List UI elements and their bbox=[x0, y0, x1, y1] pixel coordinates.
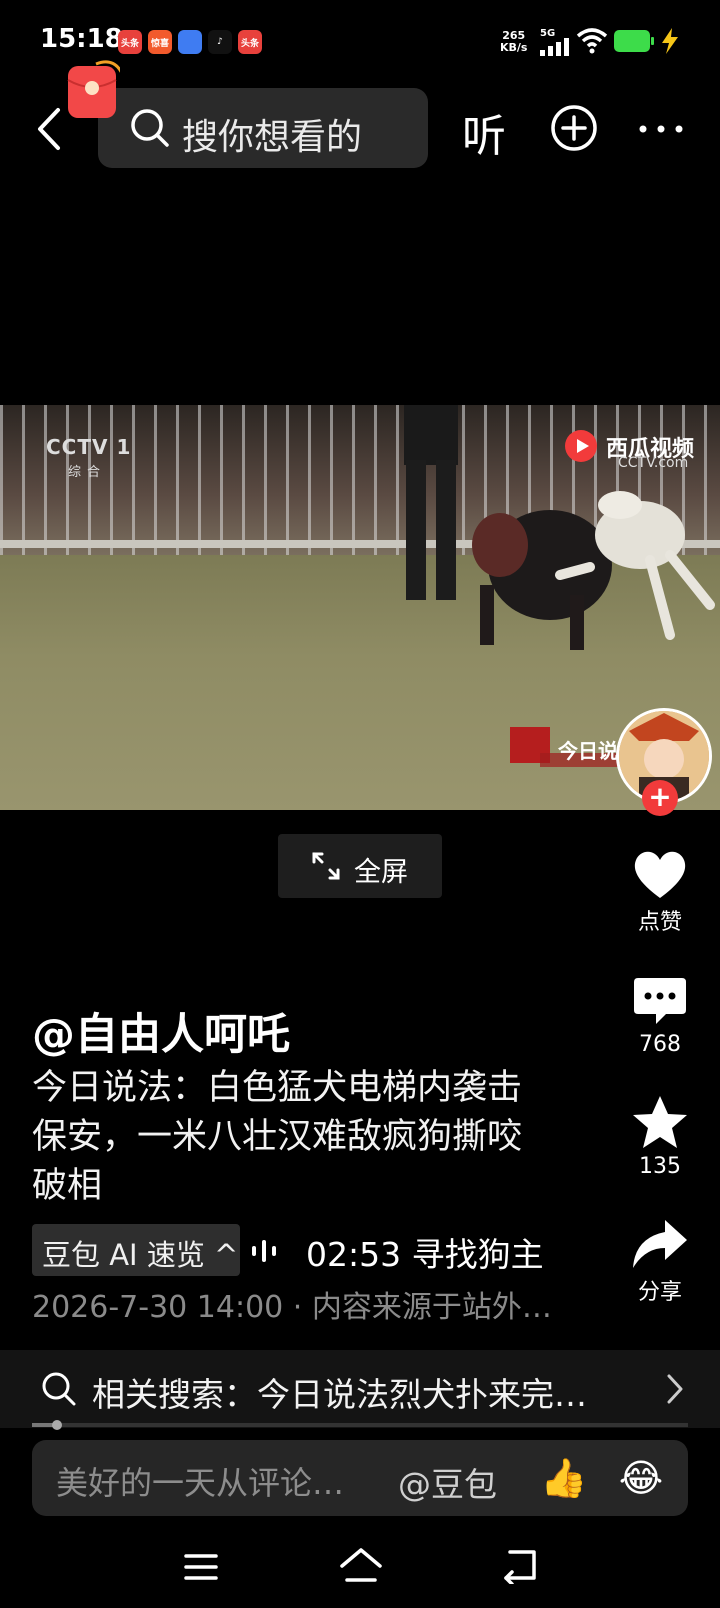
toutiao-icon: 头条 bbox=[118, 30, 142, 54]
search-icon bbox=[42, 1372, 76, 1406]
favorite-button[interactable]: 135 bbox=[620, 1094, 700, 1179]
laugh-emoji-button[interactable]: 😂 bbox=[616, 1454, 666, 1504]
add-button[interactable] bbox=[550, 104, 598, 152]
share-arrow-icon bbox=[633, 1220, 687, 1268]
signal-icon bbox=[540, 38, 569, 56]
heart-icon bbox=[634, 851, 686, 898]
search-icon bbox=[131, 109, 169, 147]
watermark-sub: CCTV.com bbox=[618, 455, 689, 471]
more-options-icon[interactable] bbox=[638, 116, 684, 142]
chapter-marker[interactable]: 02:53 寻找狗主 bbox=[306, 1228, 556, 1272]
fullscreen-icon bbox=[312, 852, 340, 880]
video-progress-track[interactable] bbox=[32, 1423, 688, 1427]
video-player[interactable]: CCTV 1 综合 西瓜视频 CCTV.com 今日说 bbox=[0, 405, 720, 810]
author-name[interactable]: @自由人呵吒 bbox=[32, 1000, 290, 1062]
comment-count: 768 bbox=[639, 1032, 681, 1057]
ai-summary-label[interactable]: 豆包 AI 速览 ^ bbox=[42, 1232, 238, 1274]
tiktok-icon: ♪ bbox=[208, 30, 232, 54]
toutiao-icon-2: 头条 bbox=[238, 30, 262, 54]
xigua-logo-icon bbox=[565, 430, 597, 462]
follow-button[interactable]: + bbox=[642, 780, 678, 816]
like-label: 点赞 bbox=[637, 910, 682, 935]
gift-app-icon: 惊喜 bbox=[148, 30, 172, 54]
share-button[interactable]: 分享 bbox=[620, 1218, 700, 1306]
program-text: 今日说 bbox=[558, 739, 618, 763]
status-time: 15:18 bbox=[40, 24, 123, 54]
listen-button[interactable]: 听 bbox=[462, 100, 506, 164]
star-icon bbox=[633, 1096, 687, 1148]
mention-doubao-button[interactable]: @豆包 bbox=[398, 1458, 497, 1506]
nav-menu-icon[interactable] bbox=[184, 1552, 218, 1582]
fullscreen-label[interactable]: 全屏 bbox=[354, 850, 408, 889]
nav-back-icon[interactable] bbox=[500, 1548, 540, 1584]
related-search-text[interactable]: 相关搜索：今日说法烈犬扑来完… bbox=[92, 1368, 587, 1416]
battery-icon bbox=[614, 30, 654, 52]
thumbs-up-emoji-button[interactable]: 👍 bbox=[540, 1454, 588, 1502]
video-progress-handle[interactable] bbox=[52, 1420, 62, 1430]
network-speed: 265 KB/s bbox=[500, 30, 527, 54]
notification-icons: 头条 惊喜 ♪ 头条 bbox=[118, 30, 262, 54]
network-speed-unit: KB/s bbox=[500, 41, 528, 54]
comment-button[interactable]: 768 bbox=[620, 976, 700, 1057]
post-meta: 2026-7-30 14:00 · 内容来源于站外… bbox=[32, 1290, 552, 1325]
red-packet-icon[interactable] bbox=[66, 60, 120, 120]
share-label: 分享 bbox=[637, 1280, 682, 1305]
like-button[interactable]: 点赞 bbox=[620, 848, 700, 936]
back-button[interactable] bbox=[30, 104, 70, 154]
favorite-count: 135 bbox=[639, 1154, 681, 1179]
comment-icon bbox=[634, 978, 686, 1024]
wifi-icon bbox=[576, 28, 608, 54]
dogs-fighting-image bbox=[472, 491, 715, 650]
comment-placeholder[interactable]: 美好的一天从评论… bbox=[56, 1458, 344, 1504]
blue-app-icon bbox=[178, 30, 202, 54]
person-silhouette bbox=[404, 405, 458, 600]
charging-icon bbox=[662, 28, 678, 54]
search-placeholder[interactable]: 搜你想看的 bbox=[182, 108, 362, 160]
video-title[interactable]: 今日说法：白色猛犬电梯内袭击保安，一米八壮汉难敌疯狗撕咬破相 bbox=[32, 1064, 552, 1211]
nav-home-icon[interactable] bbox=[338, 1546, 384, 1586]
channel-sub: 综合 bbox=[68, 465, 107, 480]
channel-logo: CCTV 1 bbox=[46, 435, 132, 459]
chevron-right-icon[interactable] bbox=[664, 1372, 686, 1406]
audio-wave-icon bbox=[252, 1240, 276, 1262]
